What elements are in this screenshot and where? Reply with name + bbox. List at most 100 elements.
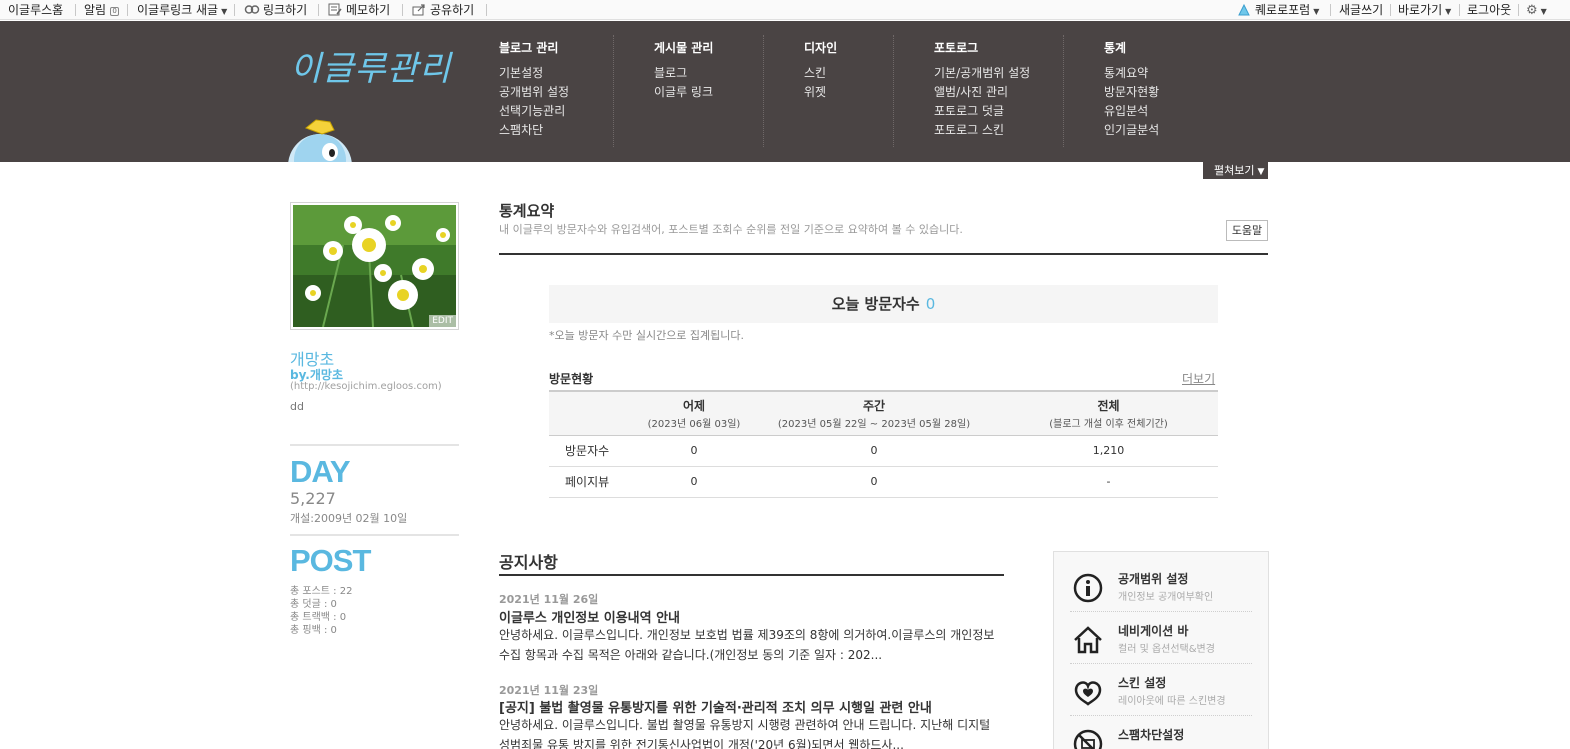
caret-down-icon: ▼ [1445, 7, 1452, 16]
table-cell: 1,210 [999, 435, 1218, 467]
goto-dropdown[interactable]: 바로가기 ▼ [1398, 2, 1451, 18]
panel-item-title: 스팸차단설정 [1118, 728, 1185, 742]
table-cell: 0 [749, 466, 999, 498]
more-link[interactable]: 더보기 [1182, 370, 1215, 387]
menu-link-privacy-settings[interactable]: 공개범위 설정 [499, 83, 569, 102]
divider [1330, 4, 1331, 16]
share-button[interactable]: 공유하기 [412, 2, 474, 18]
notice-title-link[interactable]: 이글루스 개인정보 이용내역 안내 [499, 607, 680, 626]
table-cell: 0 [639, 435, 749, 467]
home-icon [1074, 626, 1102, 654]
privacy-settings-item[interactable]: 공개범위 설정 개인정보 공개여부확인 [1070, 560, 1252, 612]
divider [1390, 4, 1391, 16]
section-rule [499, 253, 1268, 255]
link-button[interactable]: 링크하기 [244, 2, 307, 18]
menu-link-skin[interactable]: 스킨 [804, 64, 837, 83]
menu-link-photolog-settings[interactable]: 기본/공개범위 설정 [934, 64, 1030, 83]
menu-heading[interactable]: 블로그 관리 [499, 40, 569, 56]
memo-button[interactable]: 메모하기 [328, 2, 390, 18]
egloos-home-link[interactable]: 이글루스홈 [8, 2, 63, 18]
menu-link-photolog-comments[interactable]: 포토로그 덧글 [934, 102, 1030, 121]
divider [127, 4, 128, 16]
menu-divider [1063, 35, 1064, 147]
edit-badge[interactable]: EDIT [429, 315, 456, 327]
menu-link-stats-summary[interactable]: 통계요약 [1104, 64, 1159, 83]
menu-divider [893, 35, 894, 147]
divider [1459, 4, 1460, 16]
notice-heading: 공지사항 [499, 553, 558, 572]
notice-title-link[interactable]: [공지] 불법 촬영물 유통방지를 위한 기술적·관리적 조치 의무 시행일 관… [499, 697, 932, 716]
gear-icon: ⚙ [1526, 3, 1538, 18]
menu-heading[interactable]: 디자인 [804, 40, 837, 56]
total-posts: 총 포스트 : 22 [290, 586, 353, 597]
write-post-link[interactable]: 새글쓰기 [1339, 2, 1383, 18]
table-header-empty [549, 390, 639, 436]
column-label: 전체 [1097, 398, 1120, 413]
navigation-bar-item[interactable]: 네비게이션 바 컬러 및 옵션선택&변경 [1070, 612, 1252, 664]
today-visitors-box: 오늘 방문자수 0 [549, 285, 1218, 323]
menu-link-popular-posts[interactable]: 인기글분석 [1104, 121, 1159, 140]
help-button[interactable]: 도움말 [1226, 220, 1268, 241]
caret-down-icon: ▼ [221, 7, 228, 16]
forum-dropdown[interactable]: 퀘로로포럼 ▼ [1237, 2, 1319, 18]
divider [234, 4, 235, 16]
character-icon [1238, 3, 1250, 16]
menu-link-widget[interactable]: 위젯 [804, 83, 837, 102]
spam-block-item[interactable]: 스팸차단설정 [1070, 716, 1252, 749]
table-header-yesterday: 어제 (2023년 06월 03일) [639, 390, 749, 436]
menu-link-spam-block[interactable]: 스팸차단 [499, 121, 569, 140]
menu-link-inflow-analysis[interactable]: 유입분석 [1104, 102, 1159, 121]
menu-post-management: 게시물 관리 블로그 이글루 링크 [654, 40, 713, 102]
menu-link-egloo-link[interactable]: 이글루 링크 [654, 83, 713, 102]
link-label: 링크하기 [263, 3, 308, 17]
menu-link-album-management[interactable]: 앨범/사진 관리 [934, 83, 1030, 102]
table-header-weekly: 주간 (2023년 05월 22일 ~ 2023년 05월 28일) [749, 390, 999, 436]
column-sublabel: (2023년 06월 03일) [647, 418, 741, 430]
table-row: 페이지뷰 0 0 - [549, 466, 1218, 498]
page-description: 내 이글루의 방문자수와 유입검색어, 포스트별 조회수 순위를 전일 기준으로… [499, 223, 963, 236]
total-trackbacks: 총 트랙백 : 0 [290, 612, 347, 623]
egloolink-dropdown[interactable]: 이글루링크 새글 ▼ [137, 2, 227, 18]
page-title: 통계요약 [499, 202, 555, 220]
divider [486, 4, 487, 16]
menu-link-feature-management[interactable]: 선택기능관리 [499, 102, 569, 121]
menu-link-visitor-status[interactable]: 방문자현황 [1104, 83, 1159, 102]
settings-dropdown[interactable]: ⚙ ▼ [1526, 2, 1547, 18]
menu-design: 디자인 스킨 위젯 [804, 40, 837, 102]
egloolink-label: 이글루링크 새글 [137, 3, 219, 17]
profile-image[interactable]: EDIT [290, 202, 459, 330]
panel-item-subtitle: 레이아웃에 따른 스킨변경 [1118, 696, 1226, 707]
post-heading: POST [290, 543, 371, 578]
panel-item-title: 공개범위 설정 [1118, 572, 1189, 586]
menu-statistics: 통계 통계요약 방문자현황 유입분석 인기글분석 [1104, 40, 1159, 140]
divider [75, 4, 76, 16]
link-icon [244, 5, 260, 14]
row-label: 방문자수 [549, 435, 639, 467]
menu-divider [763, 35, 764, 147]
visit-status-title: 방문현황 [549, 372, 594, 386]
column-label: 주간 [862, 398, 886, 413]
expand-menu-button[interactable]: 펼쳐보기 ▼ [1203, 162, 1268, 179]
menu-heading[interactable]: 포토로그 [934, 40, 1030, 56]
menu-heading[interactable]: 통계 [1104, 40, 1159, 56]
menu-link-basic-settings[interactable]: 기본설정 [499, 64, 569, 83]
logout-link[interactable]: 로그아웃 [1467, 2, 1511, 18]
today-note: *오늘 방문자 수만 실시간으로 집계됩니다. [549, 329, 745, 342]
blog-url[interactable]: (http://kesojichim.egloos.com) [290, 381, 442, 392]
admin-logo[interactable]: 이글루관리 [290, 41, 451, 90]
menu-heading[interactable]: 게시물 관리 [654, 40, 713, 56]
notice-excerpt: 안녕하세요. 이글루스입니다. 불법 촬영물 유통방지 시행령 관련하여 안내 … [499, 718, 991, 749]
alarm-count-icon: 0 [110, 7, 120, 16]
caret-down-icon: ▼ [1540, 7, 1547, 16]
alarm-button[interactable]: 알림 0 [84, 2, 120, 18]
menu-link-blog[interactable]: 블로그 [654, 64, 713, 83]
column-sublabel: (2023년 05월 22일 ~ 2023년 05월 28일) [777, 418, 971, 430]
column-label: 어제 [682, 398, 706, 413]
divider [290, 444, 459, 446]
menu-link-photolog-skin[interactable]: 포토로그 스킨 [934, 121, 1030, 140]
share-label: 공유하기 [430, 3, 475, 17]
table-header-total: 전체 (블로그 개설 이후 전체기간) [999, 390, 1218, 436]
top-toolbar: 이글루스홈 알림 0 이글루링크 새글 ▼ 링크하기 메모하기 공유하기 퀘로로포럼… [0, 0, 1570, 20]
skin-settings-item[interactable]: 스킨 설정 레이아웃에 따른 스킨변경 [1070, 664, 1252, 716]
panel-item-title: 네비게이션 바 [1118, 624, 1189, 638]
